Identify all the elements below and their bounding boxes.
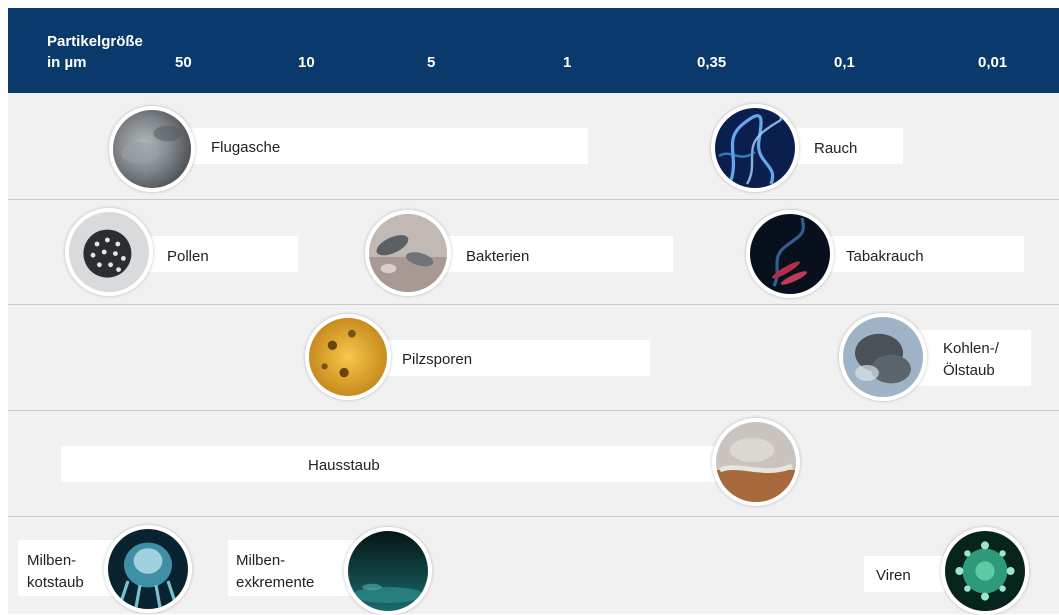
housedust-photo-icon: [712, 418, 800, 506]
bacteria-photo-icon: [365, 210, 451, 296]
label-milbenkot-line1: Milben-: [27, 552, 77, 569]
scale-title-line1: Partikelgröße: [47, 33, 143, 50]
mite-photo-icon: [104, 525, 192, 613]
ash-photo-icon: [109, 106, 195, 192]
label-pilzsporen: Pilzsporen: [402, 351, 473, 368]
mite-excrement-photo-icon: [344, 527, 432, 615]
particle-size-diagram: Partikelgröße in µm 50 10 5 1 0,35 0,1 0…: [0, 0, 1059, 615]
label-tabakrauch: Tabakrauch: [846, 248, 924, 265]
label-rauch: Rauch: [814, 140, 858, 157]
pollen-photo-icon: [65, 208, 153, 296]
scale-tick-10: 10: [298, 54, 315, 71]
smoke-photo-icon: [711, 104, 799, 192]
label-kohlen-line2: Ölstaub: [943, 362, 995, 379]
range-bar-hausstaub: [61, 446, 770, 482]
scale-tick-50: 50: [175, 54, 192, 71]
range-bar-pilzsporen: [348, 340, 650, 376]
virus-photo-icon: [941, 527, 1029, 615]
scale-header: [8, 8, 1059, 93]
scale-tick-01: 0,1: [834, 54, 855, 71]
scale-tick-001: 0,01: [978, 54, 1008, 71]
label-bakterien: Bakterien: [466, 248, 530, 265]
label-milbenexk-line2: exkremente: [236, 574, 315, 591]
soot-photo-icon: [839, 313, 927, 401]
spores-photo-icon: [305, 314, 391, 400]
label-viren: Viren: [876, 567, 911, 584]
label-milbenexk-line1: Milben-: [236, 552, 286, 569]
scale-tick-5: 5: [427, 54, 436, 71]
label-hausstaub: Hausstaub: [308, 457, 380, 474]
tobacco-smoke-photo-icon: [746, 210, 834, 298]
scale-tick-035: 0,35: [697, 54, 727, 71]
label-kohlen-line1: Kohlen-/: [943, 340, 999, 357]
label-flugasche: Flugasche: [211, 139, 281, 156]
scale-title-line2: in µm: [47, 54, 87, 71]
label-pollen: Pollen: [167, 248, 209, 265]
label-milbenkot-line2: kotstaub: [27, 574, 84, 591]
scale-tick-1: 1: [563, 54, 572, 71]
